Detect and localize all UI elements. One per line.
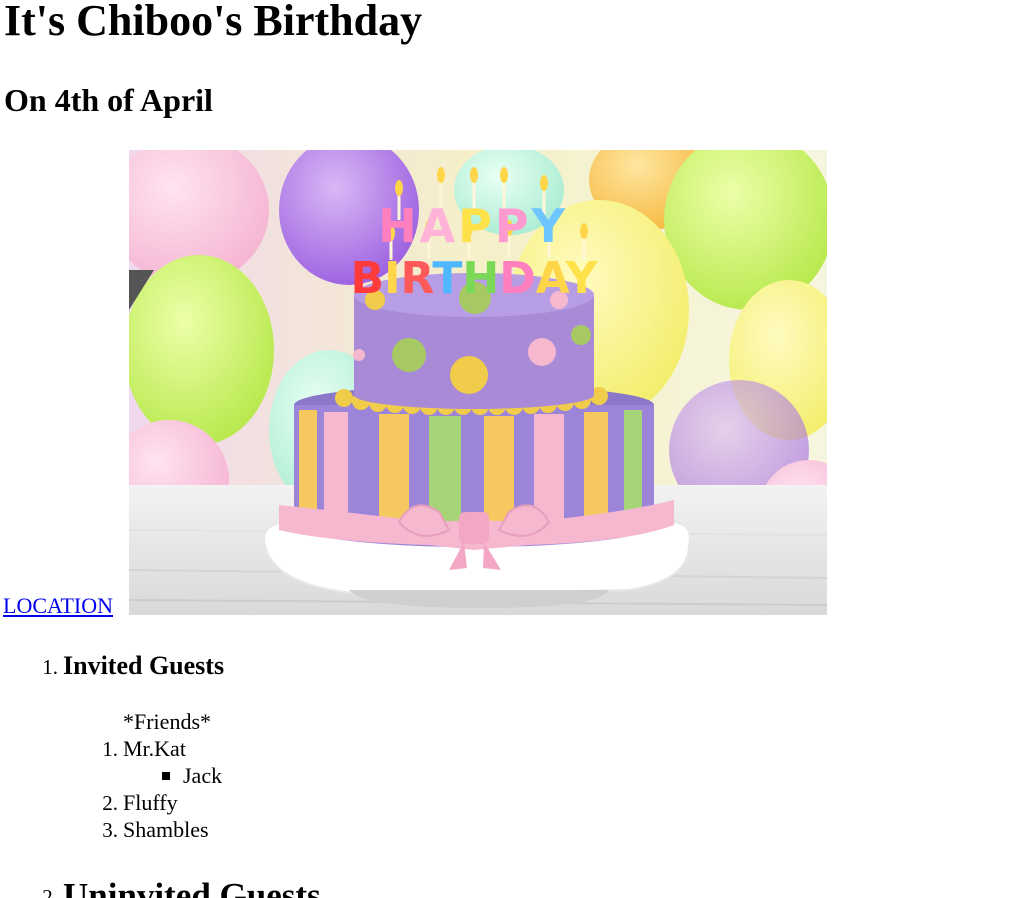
friends-group-label: *Friends*: [123, 709, 211, 734]
happy-candle-letters: HAPPY: [378, 199, 568, 253]
invited-guests-heading: Invited Guests: [63, 651, 225, 680]
page-subtitle: On 4th of April: [4, 82, 213, 118]
page: It's Chiboo's Birthday On 4th of April L…: [0, 0, 1009, 898]
section-1-number: 1.: [42, 655, 58, 679]
birthday-candle-letters: BIRTHDAY: [351, 253, 599, 304]
guest-3-number: 3.: [102, 818, 118, 842]
birthday-cake-image: HAPPY BIRTHDAY: [129, 150, 827, 615]
guest-3-name: Shambles: [123, 817, 209, 842]
location-link[interactable]: LOCATION: [3, 593, 113, 619]
birthday-cake-illustration: HAPPY BIRTHDAY: [129, 150, 827, 615]
page-title: It's Chiboo's Birthday: [4, 0, 423, 45]
bullet-square-icon: [162, 772, 170, 780]
guest-1-name: Mr.Kat: [123, 736, 186, 761]
guest-1-number: 1.: [102, 737, 118, 761]
guest-2-number: 2.: [102, 791, 118, 815]
guest-2-name: Fluffy: [123, 790, 178, 815]
guest-1-subitem: Jack: [183, 763, 223, 788]
section-2-number: 2.: [42, 885, 58, 898]
uninvited-guests-heading: Uninvited Guests: [63, 876, 321, 898]
